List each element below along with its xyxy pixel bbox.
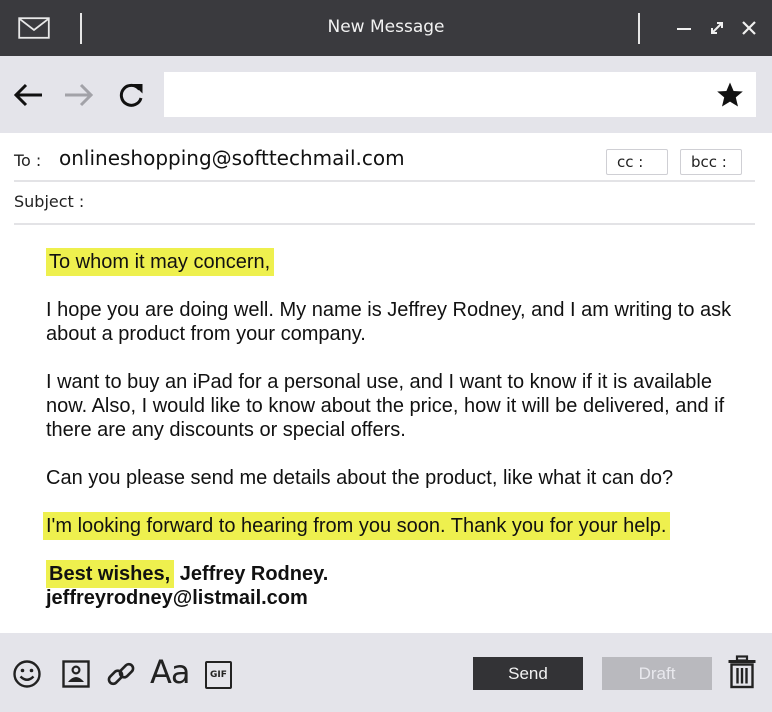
signature-email: jeffreyrodney@listmail.com [46,587,308,609]
closing-line: I'm looking forward to hearing from you … [43,512,671,540]
to-divider [14,180,755,182]
back-arrow-icon[interactable] [13,81,43,109]
subject-divider [14,223,755,225]
subject-label: Subject : [14,192,85,211]
draft-button[interactable]: Draft [602,657,712,690]
paragraph-details: Can you please send me details about the… [46,467,674,489]
send-button[interactable]: Send [473,657,583,690]
window-title: New Message [327,17,445,37]
font-icon[interactable]: Aa [150,653,190,691]
forward-arrow-icon[interactable] [64,81,94,109]
cc-button[interactable]: cc : [606,149,668,175]
compose-toolbar: Aa GIF Send Draft [0,633,772,712]
close-icon[interactable] [740,19,758,37]
minimize-icon[interactable] [675,19,693,37]
subject-field[interactable] [95,192,745,214]
paragraph-intro: I hope you are doing well. My name is Je… [46,299,732,345]
link-icon[interactable] [106,659,136,689]
title-bar: New Message [0,0,772,56]
paragraph-request: I want to buy an iPad for a personal use… [46,371,725,441]
to-label: To : [14,151,42,170]
message-body[interactable]: To whom it may concern, I hope you are d… [0,230,772,633]
reload-icon[interactable] [117,81,147,109]
image-icon[interactable] [61,659,91,689]
greeting: To whom it may concern, [46,248,275,276]
trash-icon[interactable] [727,655,757,689]
gif-icon[interactable]: GIF [205,661,232,689]
address-bar[interactable] [164,72,756,117]
maximize-icon[interactable] [708,19,726,37]
star-icon[interactable] [716,81,744,109]
signature-name: Jeffrey Rodney. [174,563,329,585]
emoji-icon[interactable] [12,659,42,689]
bcc-button[interactable]: bcc : [680,149,742,175]
to-field[interactable]: onlineshopping@softtechmail.com [59,146,405,170]
navigation-bar [0,56,772,133]
sign-off: Best wishes, [46,560,175,588]
title-separator-right [638,13,640,44]
